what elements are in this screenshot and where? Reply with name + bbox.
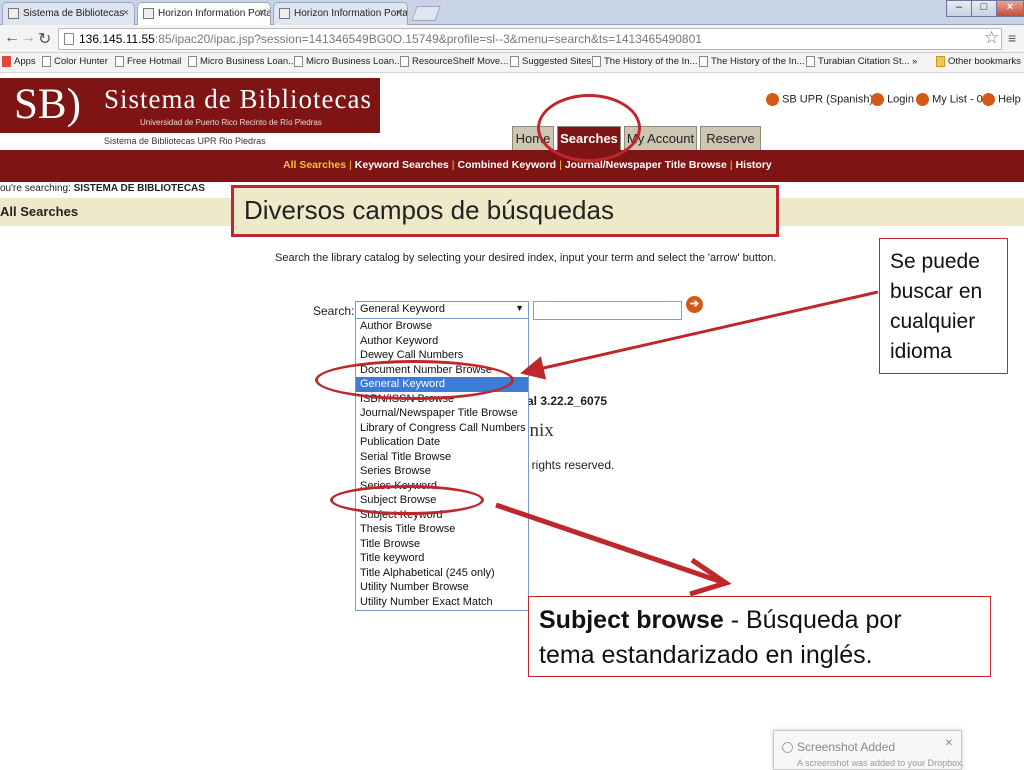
note-bold-term: Subject browse	[539, 606, 724, 634]
arrow-to-subject-note	[495, 502, 723, 585]
dropbox-icon	[782, 742, 793, 753]
note-text-line2: tema estandarizado en inglés.	[539, 641, 873, 669]
note-line: buscar en	[890, 280, 983, 303]
toast-close-icon[interactable]: ✕	[945, 738, 953, 749]
note-line: cualquier	[890, 310, 976, 333]
note-line: idioma	[890, 340, 952, 363]
toast-title: Screenshot Added	[797, 740, 896, 754]
annotation-note-language: Se puede buscar en cualquier idioma	[879, 238, 1008, 374]
toast-body: A screenshot was added to your Dropbox.	[797, 758, 965, 768]
annotation-note-subject-browse: Subject browse - Búsqueda por tema estan…	[528, 596, 991, 677]
dropbox-toast[interactable]: Screenshot Added A screenshot was added …	[773, 730, 965, 770]
note-line: Se puede	[890, 250, 980, 273]
note-text: - Búsqueda por	[723, 606, 902, 634]
arrow-to-general-keyword	[520, 290, 879, 380]
